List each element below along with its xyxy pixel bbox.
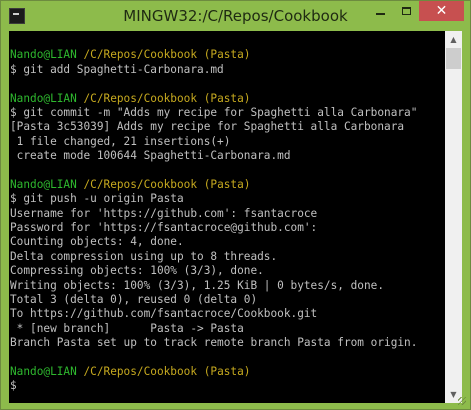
title-bar[interactable]: MINGW32:/C/Repos/Cookbook ✕ [1,1,470,31]
terminal-console[interactable]: Nando@LIAN /C/Repos/Cookbook (Pasta) $ g… [9,31,445,403]
output-line: Password for 'https://fsantacroce@github… [10,221,318,235]
arrow-down-icon: ▼ [450,390,457,399]
maximize-icon [401,7,411,15]
vertical-scrollbar[interactable]: ▲ ▼ [445,31,462,403]
command-line: $ git commit -m "Adds my recipe for Spag… [10,105,418,119]
output-line: Compressing objects: 100% (3/3), done. [10,264,264,278]
output-line: Total 3 (delta 0), reused 0 (delta 0) [10,293,258,307]
prompt-path: /C/Repos/Cookbook [83,48,198,62]
prompt-branch: (Pasta) [203,364,251,378]
prompt-line: Nando@LIAN /C/Repos/Cookbook (Pasta) [10,48,417,62]
output-line: [Pasta 3c53039] Adds my recipe for Spagh… [10,120,405,134]
prompt-user: Nando@LIAN [10,48,77,62]
prompt-branch: (Pasta) [203,91,251,105]
command-line: $ git push -u origin Pasta [10,192,184,206]
prompt-user: Nando@LIAN [10,91,77,105]
command-line: $ git add Spaghetti-Carbonara.md [10,62,224,76]
output-line: Branch Pasta set up to track remote bran… [10,336,418,350]
terminal-window: MINGW32:/C/Repos/Cookbook ✕ Nando@LIAN /… [0,0,471,410]
output-line: create mode 100644 Spaghetti-Carbonara.m… [10,149,291,163]
prompt-path: /C/Repos/Cookbook [83,364,198,378]
prompt-line: Nando@LIAN /C/Repos/Cookbook (Pasta) [10,178,417,192]
command-input-line[interactable]: $ [10,379,417,393]
output-line: Writing objects: 100% (3/3), 1.25 KiB | … [10,278,385,292]
resize-grip-icon[interactable] [458,397,466,405]
close-icon: ✕ [435,3,448,19]
minimize-icon [375,13,385,15]
prompt-line: Nando@LIAN /C/Repos/Cookbook (Pasta) [10,92,417,106]
output-line: Delta compression using up to 8 threads. [10,249,278,263]
prompt-branch: (Pasta) [203,177,251,191]
prompt-path: /C/Repos/Cookbook [83,91,198,105]
prompt-user: Nando@LIAN [10,364,77,378]
output-line: Username for 'https://github.com': fsant… [10,206,318,220]
close-button[interactable]: ✕ [419,1,464,21]
scrollbar-thumb[interactable] [446,48,461,69]
output-line: To https://github.com/fsantacroce/Cookbo… [10,307,318,321]
output-line: 1 file changed, 21 insertions(+) [10,134,231,148]
minimize-button[interactable] [367,1,393,21]
output-line: Counting objects: 4, done. [10,235,184,249]
terminal-output: Nando@LIAN /C/Repos/Cookbook (Pasta) $ g… [10,34,417,394]
prompt-line: Nando@LIAN /C/Repos/Cookbook (Pasta) [10,365,417,379]
prompt-path: /C/Repos/Cookbook [83,177,198,191]
prompt-branch: (Pasta) [203,48,251,62]
window-controls: ✕ [367,1,464,21]
prompt-user: Nando@LIAN [10,177,77,191]
arrow-up-icon: ▲ [450,35,457,44]
maximize-button[interactable] [393,1,419,21]
scroll-up-button[interactable]: ▲ [445,31,462,48]
output-line: * [new branch] Pasta -> Pasta [10,321,244,335]
